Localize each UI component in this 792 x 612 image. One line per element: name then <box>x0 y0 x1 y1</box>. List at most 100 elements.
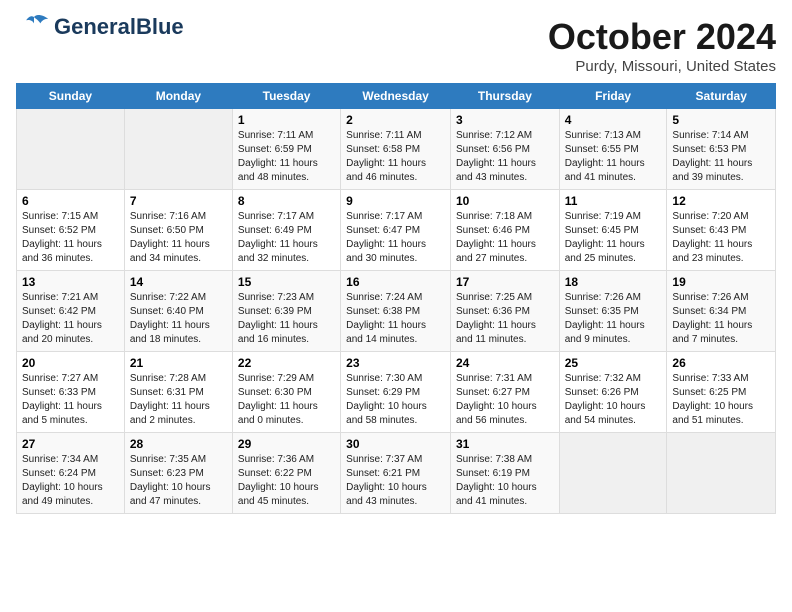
calendar-cell: 26 Sunrise: 7:33 AMSunset: 6:25 PMDayligh… <box>667 352 776 433</box>
day-info: Sunrise: 7:15 AMSunset: 6:52 PMDaylight:… <box>22 210 119 266</box>
day-number: 29 <box>238 437 335 451</box>
day-info: Sunrise: 7:24 AMSunset: 6:38 PMDaylight:… <box>346 291 445 347</box>
calendar-cell: 12 Sunrise: 7:20 AMSunset: 6:43 PMDayligh… <box>667 190 776 271</box>
calendar-cell: 9 Sunrise: 7:17 AMSunset: 6:47 PMDaylight… <box>341 190 451 271</box>
day-number: 23 <box>346 356 445 370</box>
day-info: Sunrise: 7:17 AMSunset: 6:49 PMDaylight:… <box>238 210 335 266</box>
day-number: 7 <box>130 194 227 208</box>
calendar-cell: 27 Sunrise: 7:34 AMSunset: 6:24 PMDayligh… <box>17 433 125 514</box>
day-number: 13 <box>22 275 119 289</box>
col-header-sunday: Sunday <box>17 84 125 109</box>
day-number: 6 <box>22 194 119 208</box>
day-number: 15 <box>238 275 335 289</box>
day-number: 17 <box>456 275 554 289</box>
col-header-saturday: Saturday <box>667 84 776 109</box>
title-block: October 2024 Purdy, Missouri, United Sta… <box>548 16 776 75</box>
day-number: 1 <box>238 113 335 127</box>
calendar-cell: 20 Sunrise: 7:27 AMSunset: 6:33 PMDayligh… <box>17 352 125 433</box>
day-info: Sunrise: 7:33 AMSunset: 6:25 PMDaylight:… <box>672 372 770 428</box>
day-info: Sunrise: 7:12 AMSunset: 6:56 PMDaylight:… <box>456 129 554 185</box>
calendar-cell: 2Sunrise: 7:11 AMSunset: 6:58 PMDaylight… <box>341 109 451 190</box>
day-info: Sunrise: 7:27 AMSunset: 6:33 PMDaylight:… <box>22 372 119 428</box>
day-info: Sunrise: 7:11 AMSunset: 6:59 PMDaylight:… <box>238 129 335 185</box>
col-header-monday: Monday <box>124 84 232 109</box>
calendar-cell: 14 Sunrise: 7:22 AMSunset: 6:40 PMDayligh… <box>124 271 232 352</box>
page-header: GeneralBlue October 2024 Purdy, Missouri… <box>16 16 776 75</box>
day-number: 12 <box>672 194 770 208</box>
day-info: Sunrise: 7:26 AMSunset: 6:35 PMDaylight:… <box>565 291 662 347</box>
logo-blue: Blue <box>136 14 184 39</box>
day-number: 26 <box>672 356 770 370</box>
calendar-cell: 21 Sunrise: 7:28 AMSunset: 6:31 PMDayligh… <box>124 352 232 433</box>
day-number: 24 <box>456 356 554 370</box>
logo: GeneralBlue <box>16 16 184 38</box>
day-number: 16 <box>346 275 445 289</box>
calendar-cell: 28 Sunrise: 7:35 AMSunset: 6:23 PMDayligh… <box>124 433 232 514</box>
day-info: Sunrise: 7:14 AMSunset: 6:53 PMDaylight:… <box>672 129 770 185</box>
calendar-cell: 13 Sunrise: 7:21 AMSunset: 6:42 PMDayligh… <box>17 271 125 352</box>
day-info: Sunrise: 7:26 AMSunset: 6:34 PMDaylight:… <box>672 291 770 347</box>
calendar-header: SundayMondayTuesdayWednesdayThursdayFrid… <box>17 84 776 109</box>
day-info: Sunrise: 7:34 AMSunset: 6:24 PMDaylight:… <box>22 453 119 509</box>
calendar-cell: 7 Sunrise: 7:16 AMSunset: 6:50 PMDaylight… <box>124 190 232 271</box>
calendar-cell: 23 Sunrise: 7:30 AMSunset: 6:29 PMDayligh… <box>341 352 451 433</box>
calendar-cell: 30Sunrise: 7:37 AMSunset: 6:21 PMDayligh… <box>341 433 451 514</box>
calendar-cell: 10Sunrise: 7:18 AMSunset: 6:46 PMDayligh… <box>450 190 559 271</box>
calendar-table: SundayMondayTuesdayWednesdayThursdayFrid… <box>16 83 776 514</box>
calendar-cell: 3Sunrise: 7:12 AMSunset: 6:56 PMDaylight… <box>450 109 559 190</box>
day-number: 19 <box>672 275 770 289</box>
day-info: Sunrise: 7:16 AMSunset: 6:50 PMDaylight:… <box>130 210 227 266</box>
day-number: 31 <box>456 437 554 451</box>
day-info: Sunrise: 7:30 AMSunset: 6:29 PMDaylight:… <box>346 372 445 428</box>
calendar-cell: 29 Sunrise: 7:36 AMSunset: 6:22 PMDayligh… <box>232 433 340 514</box>
day-info: Sunrise: 7:32 AMSunset: 6:26 PMDaylight:… <box>565 372 662 428</box>
calendar-cell: 31 Sunrise: 7:38 AMSunset: 6:19 PMDayligh… <box>450 433 559 514</box>
day-number: 11 <box>565 194 662 208</box>
calendar-title: October 2024 <box>548 16 776 58</box>
day-number: 21 <box>130 356 227 370</box>
calendar-cell: 17Sunrise: 7:25 AMSunset: 6:36 PMDayligh… <box>450 271 559 352</box>
col-header-friday: Friday <box>559 84 667 109</box>
logo-general: General <box>54 14 136 39</box>
day-number: 4 <box>565 113 662 127</box>
day-info: Sunrise: 7:35 AMSunset: 6:23 PMDaylight:… <box>130 453 227 509</box>
day-info: Sunrise: 7:31 AMSunset: 6:27 PMDaylight:… <box>456 372 554 428</box>
calendar-cell: 18 Sunrise: 7:26 AMSunset: 6:35 PMDayligh… <box>559 271 667 352</box>
day-number: 5 <box>672 113 770 127</box>
day-info: Sunrise: 7:19 AMSunset: 6:45 PMDaylight:… <box>565 210 662 266</box>
calendar-cell: 22 Sunrise: 7:29 AMSunset: 6:30 PMDayligh… <box>232 352 340 433</box>
day-info: Sunrise: 7:21 AMSunset: 6:42 PMDaylight:… <box>22 291 119 347</box>
day-number: 25 <box>565 356 662 370</box>
day-info: Sunrise: 7:38 AMSunset: 6:19 PMDaylight:… <box>456 453 554 509</box>
calendar-cell <box>667 433 776 514</box>
day-info: Sunrise: 7:23 AMSunset: 6:39 PMDaylight:… <box>238 291 335 347</box>
calendar-subtitle: Purdy, Missouri, United States <box>548 58 776 75</box>
day-number: 14 <box>130 275 227 289</box>
col-header-thursday: Thursday <box>450 84 559 109</box>
day-info: Sunrise: 7:17 AMSunset: 6:47 PMDaylight:… <box>346 210 445 266</box>
day-number: 22 <box>238 356 335 370</box>
calendar-cell <box>17 109 125 190</box>
calendar-cell: 8 Sunrise: 7:17 AMSunset: 6:49 PMDaylight… <box>232 190 340 271</box>
calendar-cell: 25 Sunrise: 7:32 AMSunset: 6:26 PMDayligh… <box>559 352 667 433</box>
calendar-cell: 11 Sunrise: 7:19 AMSunset: 6:45 PMDayligh… <box>559 190 667 271</box>
day-number: 18 <box>565 275 662 289</box>
calendar-cell: 16 Sunrise: 7:24 AMSunset: 6:38 PMDayligh… <box>341 271 451 352</box>
day-info: Sunrise: 7:11 AMSunset: 6:58 PMDaylight:… <box>346 129 445 185</box>
day-info: Sunrise: 7:22 AMSunset: 6:40 PMDaylight:… <box>130 291 227 347</box>
calendar-cell <box>124 109 232 190</box>
day-info: Sunrise: 7:36 AMSunset: 6:22 PMDaylight:… <box>238 453 335 509</box>
day-info: Sunrise: 7:29 AMSunset: 6:30 PMDaylight:… <box>238 372 335 428</box>
day-number: 10 <box>456 194 554 208</box>
day-number: 9 <box>346 194 445 208</box>
day-number: 28 <box>130 437 227 451</box>
day-info: Sunrise: 7:28 AMSunset: 6:31 PMDaylight:… <box>130 372 227 428</box>
day-info: Sunrise: 7:20 AMSunset: 6:43 PMDaylight:… <box>672 210 770 266</box>
day-number: 8 <box>238 194 335 208</box>
day-number: 20 <box>22 356 119 370</box>
col-header-tuesday: Tuesday <box>232 84 340 109</box>
calendar-cell: 4Sunrise: 7:13 AMSunset: 6:55 PMDaylight… <box>559 109 667 190</box>
calendar-cell: 6 Sunrise: 7:15 AMSunset: 6:52 PMDaylight… <box>17 190 125 271</box>
calendar-cell: 15 Sunrise: 7:23 AMSunset: 6:39 PMDayligh… <box>232 271 340 352</box>
day-number: 27 <box>22 437 119 451</box>
